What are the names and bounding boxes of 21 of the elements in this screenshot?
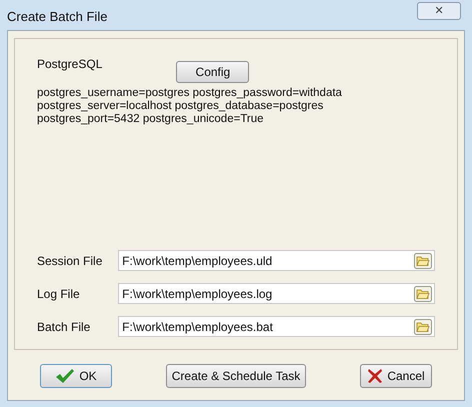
path-field[interactable]: F:\work\temp\employees.bat xyxy=(118,316,435,337)
cross-icon xyxy=(367,368,384,384)
field-label: Batch File xyxy=(37,318,92,336)
path-field[interactable]: F:\work\temp\employees.uld xyxy=(118,250,435,271)
check-icon xyxy=(55,368,76,384)
folder-icon[interactable] xyxy=(414,286,432,302)
field-label: Session File xyxy=(37,252,104,270)
connection-setting: postgres_username=postgres postgres_password=withdata xyxy=(37,87,343,100)
database-name: PostgreSQL xyxy=(37,56,102,73)
connection-setting: postgres_port=5432 postgres_unicode=True xyxy=(37,113,265,126)
schedule-button[interactable]: Create & Schedule Task xyxy=(166,364,306,388)
field-label: Log File xyxy=(37,286,81,302)
ok-button[interactable]: OK xyxy=(40,364,112,388)
path-field[interactable]: F:\work\temp\employees.log xyxy=(118,283,435,304)
config-button[interactable]: Config xyxy=(176,61,250,83)
folder-icon[interactable] xyxy=(414,318,432,334)
window-title: Create Batch File xyxy=(7,8,108,26)
close-button[interactable]: ✕ xyxy=(417,2,461,20)
folder-icon[interactable] xyxy=(414,252,432,268)
cancel-button[interactable]: Cancel xyxy=(360,364,432,388)
connection-setting: postgres_server=localhost postgres_database=postgres xyxy=(37,100,324,113)
